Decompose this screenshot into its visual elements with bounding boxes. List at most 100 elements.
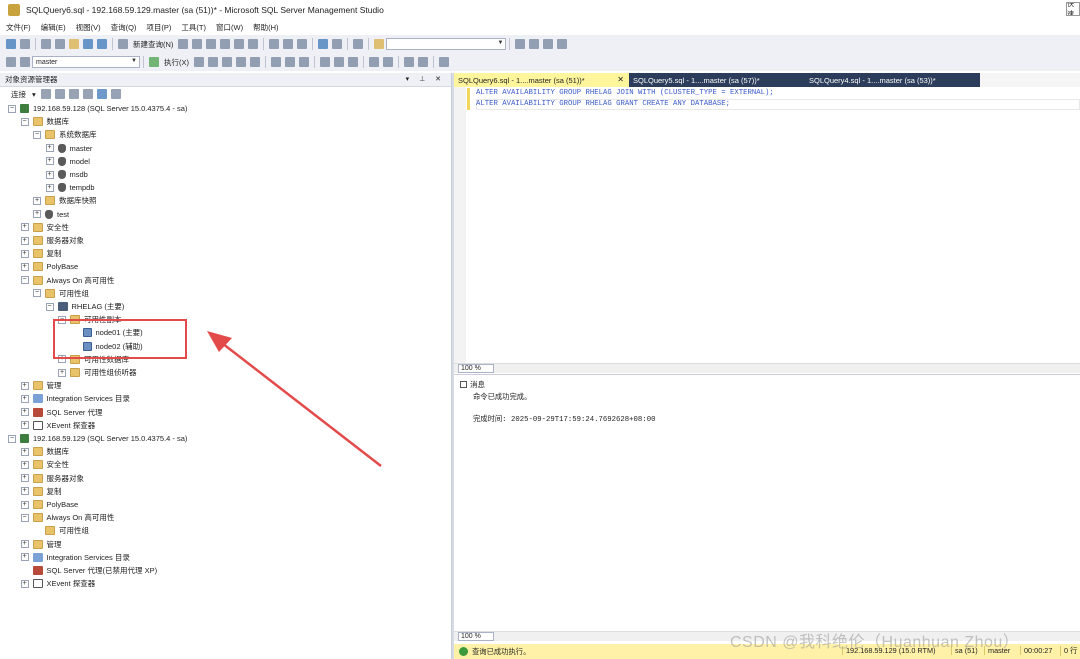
- tree-node-alwayson2[interactable]: − Always On 高可用性: [20, 511, 114, 524]
- expand-icon[interactable]: +: [20, 474, 29, 483]
- tree-node-master[interactable]: + master: [45, 142, 92, 155]
- menu-file[interactable]: 文件(F): [6, 22, 31, 33]
- expand-icon[interactable]: +: [20, 540, 29, 549]
- indent-icon[interactable]: [404, 57, 414, 67]
- cut-icon[interactable]: [269, 39, 280, 49]
- tree-node-repl1[interactable]: + 复制: [20, 247, 62, 260]
- dmx-query-icon[interactable]: [192, 39, 203, 49]
- results-zoom-select[interactable]: 100 %: [458, 632, 494, 641]
- execute-button[interactable]: 执行(X): [164, 57, 189, 68]
- connect-plug-icon[interactable]: [40, 89, 51, 99]
- results-text-icon[interactable]: [320, 57, 330, 67]
- outdent-icon[interactable]: [418, 57, 428, 67]
- tree-node-sysdb[interactable]: − 系统数据库: [33, 128, 97, 141]
- forward-icon[interactable]: [20, 39, 30, 49]
- tree-node-srv2[interactable]: − 192.168.59.129 (SQL Server 15.0.4375.4 …: [8, 432, 187, 445]
- expand-icon[interactable]: +: [20, 236, 29, 245]
- tree-node-msdb[interactable]: + msdb: [45, 168, 88, 181]
- tree-node-srvobj1[interactable]: + 服务器对象: [20, 234, 84, 247]
- tab-sqlquery6[interactable]: SQLQuery6.sql - 1....master (sa (51))* ✕: [454, 73, 629, 87]
- quick-launch-input[interactable]: 快速: [1066, 2, 1080, 16]
- results-grid-icon[interactable]: [334, 57, 344, 67]
- stop-icon[interactable]: [68, 89, 79, 99]
- find-icon[interactable]: [374, 39, 385, 49]
- navigate-icon[interactable]: [353, 39, 364, 49]
- live-stats-icon[interactable]: [285, 57, 295, 67]
- comment-icon[interactable]: [369, 57, 379, 67]
- uncomment-icon[interactable]: [383, 57, 393, 67]
- tree-node-security1[interactable]: + 安全性: [20, 221, 69, 234]
- tree-node-tempdb[interactable]: + tempdb: [45, 181, 95, 194]
- expand-icon[interactable]: +: [20, 487, 29, 496]
- menu-query[interactable]: 查询(Q): [111, 22, 137, 33]
- editor-zoom-select[interactable]: 100 %: [458, 364, 494, 373]
- estimated-plan-icon[interactable]: [222, 57, 232, 67]
- disconnect-plug-icon[interactable]: [54, 89, 65, 99]
- solution-explorer-icon[interactable]: [515, 39, 526, 49]
- include-plan-icon[interactable]: [271, 57, 281, 67]
- execute-icon[interactable]: [149, 57, 159, 67]
- expand-icon[interactable]: +: [20, 553, 29, 562]
- tree-node-ag2[interactable]: 可用性组: [33, 524, 89, 537]
- tree-node-xevent1[interactable]: + XEvent 探查器: [20, 419, 95, 432]
- tree-node-agent2[interactable]: SQL Server 代理(已禁用代理 XP): [21, 564, 157, 577]
- expand-icon[interactable]: +: [20, 262, 29, 271]
- expand-icon[interactable]: +: [45, 144, 54, 153]
- expand-icon[interactable]: +: [20, 408, 29, 417]
- copy-icon[interactable]: [283, 39, 294, 49]
- tab-sqlquery4[interactable]: SQLQuery4.sql - 1....master (sa (53))*: [805, 73, 980, 87]
- expand-icon[interactable]: +: [20, 381, 29, 390]
- save-all-icon[interactable]: [97, 39, 107, 49]
- toolbox-icon[interactable]: [543, 39, 554, 49]
- collapse-icon[interactable]: −: [20, 276, 29, 285]
- collapse-icon[interactable]: −: [8, 104, 16, 113]
- new-file-icon[interactable]: [55, 39, 65, 49]
- intellisense-icon[interactable]: [250, 57, 260, 67]
- mdx-query-icon[interactable]: [178, 39, 189, 49]
- expand-icon[interactable]: +: [45, 183, 54, 192]
- tab-sqlquery5[interactable]: SQLQuery5.sql - 1....master (sa (57))*: [629, 73, 805, 87]
- save-icon[interactable]: [83, 39, 93, 49]
- tree-node-srv1[interactable]: − 192.168.59.128 (SQL Server 15.0.4375.4 …: [8, 102, 187, 115]
- collapse-icon[interactable]: −: [33, 130, 41, 139]
- open-file-icon[interactable]: [69, 39, 79, 49]
- redo-icon[interactable]: [332, 39, 343, 49]
- tree-node-xevent2[interactable]: + XEvent 探查器: [20, 577, 95, 590]
- expand-icon[interactable]: +: [20, 460, 29, 469]
- chevron-down-icon[interactable]: ▼: [497, 40, 503, 46]
- tree-node-agent1[interactable]: + SQL Server 代理: [20, 406, 103, 419]
- tree-node-ag1[interactable]: − 可用性组: [33, 287, 89, 300]
- menu-window[interactable]: 窗口(W): [216, 22, 243, 33]
- code-line-2[interactable]: ALTER AVAILABILITY GROUP RHELAG GRANT CR…: [476, 100, 730, 108]
- expand-icon[interactable]: +: [20, 579, 29, 588]
- expand-icon[interactable]: +: [33, 196, 41, 205]
- tree-node-databases1[interactable]: − 数据库: [20, 115, 69, 128]
- tree-node-test[interactable]: + test: [33, 208, 69, 221]
- client-stats-icon[interactable]: [299, 57, 309, 67]
- das-query-icon[interactable]: [220, 39, 231, 49]
- collapse-icon[interactable]: −: [20, 513, 29, 522]
- find-combo[interactable]: ▼: [386, 38, 507, 50]
- tree-node-polybase2[interactable]: + PolyBase: [20, 498, 78, 511]
- back-icon[interactable]: [6, 39, 16, 49]
- stop-icon[interactable]: [194, 57, 204, 67]
- collapse-icon[interactable]: −: [33, 289, 41, 298]
- expand-icon[interactable]: +: [20, 394, 29, 403]
- specify-values-icon[interactable]: [439, 57, 449, 67]
- new-project-icon[interactable]: [41, 39, 51, 49]
- tree-node-model[interactable]: + model: [45, 155, 90, 168]
- properties-icon[interactable]: [529, 39, 540, 49]
- paste-icon[interactable]: [297, 39, 308, 49]
- expand-icon[interactable]: +: [20, 223, 29, 232]
- collapse-icon[interactable]: −: [8, 434, 16, 443]
- filter-icon[interactable]: [82, 89, 93, 99]
- analysis-query-icon[interactable]: [234, 39, 245, 49]
- menu-project[interactable]: 项目(P): [146, 22, 171, 33]
- menu-help[interactable]: 帮助(H): [253, 22, 278, 33]
- more-icon[interactable]: [557, 39, 568, 49]
- connect-button[interactable]: 连接: [11, 89, 26, 100]
- chevron-down-icon[interactable]: ▾: [32, 90, 36, 99]
- expand-icon[interactable]: +: [45, 170, 54, 179]
- tree-node-repl2[interactable]: + 复制: [20, 485, 62, 498]
- query-editor[interactable]: ALTER AVAILABILITY GROUP RHELAG JOIN WIT…: [454, 87, 1080, 363]
